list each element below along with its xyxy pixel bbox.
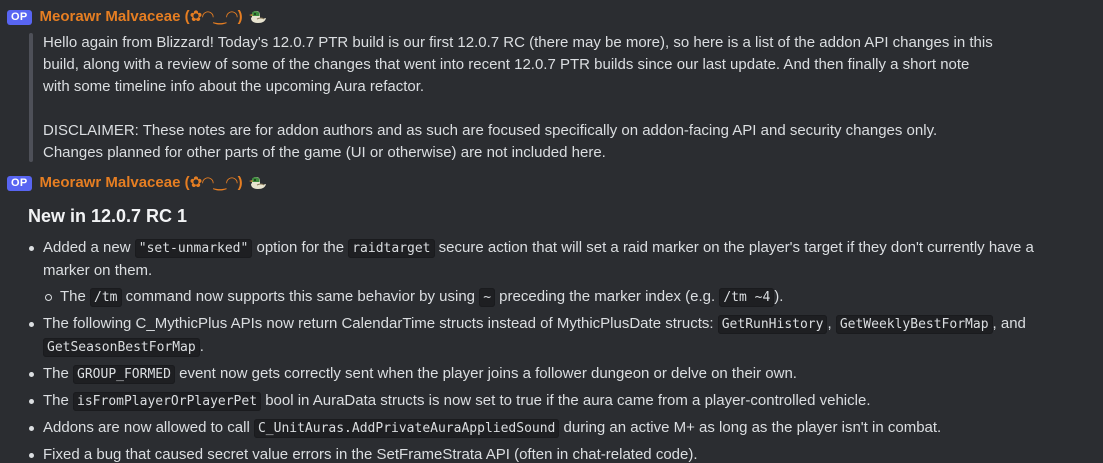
list-item-text: during an active M+ as long as the playe… xyxy=(559,419,942,436)
blockquote: Hello again from Blizzard! Today's 12.0.… xyxy=(43,32,993,164)
inline-code: /tm ~4 xyxy=(719,288,775,307)
inline-code: "set-unmarked" xyxy=(134,239,253,258)
author-name[interactable]: Meorawr Malvaceae (✿◠‿◠) xyxy=(40,172,243,194)
sub-list: The /tm command now supports this same b… xyxy=(43,286,1083,309)
blockquote-bar xyxy=(29,33,33,162)
inline-code: /tm xyxy=(90,288,122,307)
inline-code: ~ xyxy=(479,288,496,307)
list-item: The GROUP_FORMED event now gets correctl… xyxy=(28,363,1083,386)
list-item-text: Fixed a bug that caused secret value err… xyxy=(43,446,698,463)
message-1: OP Meorawr Malvaceae (✿◠‿◠) xyxy=(0,6,1103,28)
list-item-text: bool in AuraData structs is now set to t… xyxy=(261,392,871,409)
list-item-text: event now gets correctly sent when the p… xyxy=(174,365,797,382)
author-name[interactable]: Meorawr Malvaceae (✿◠‿◠) xyxy=(40,6,243,28)
list-item-text: option for the xyxy=(252,239,349,256)
op-badge: OP xyxy=(7,9,32,25)
duck-icon xyxy=(248,175,268,191)
inline-code: GROUP_FORMED xyxy=(73,365,175,384)
op-badge: OP xyxy=(7,175,32,191)
inline-code: C_UnitAuras.AddPrivateAuraAppliedSound xyxy=(253,419,560,438)
inline-code: GetWeeklyBestForMap xyxy=(835,315,993,334)
list-item-text: The xyxy=(43,365,74,382)
list-item-text: The xyxy=(43,392,74,409)
list-item: Addons are now allowed to call C_UnitAur… xyxy=(28,417,1083,440)
changes-list: Added a new "set-unmarked" option for th… xyxy=(28,237,1083,463)
list-item: The following C_MythicPlus APIs now retu… xyxy=(28,313,1083,359)
list-item-text: The xyxy=(60,288,91,305)
list-item: Added a new "set-unmarked" option for th… xyxy=(28,237,1083,309)
quote-paragraph-2: DISCLAIMER: These notes are for addon au… xyxy=(43,122,938,161)
inline-code: GetSeasonBestForMap xyxy=(43,338,200,357)
list-item-text: Added a new xyxy=(43,239,135,256)
section-heading: New in 12.0.7 RC 1 xyxy=(28,206,188,226)
list-item-text: , and xyxy=(992,315,1026,332)
inline-code: isFromPlayerOrPlayerPet xyxy=(73,392,262,411)
list-item-text: preceding the marker index (e.g. xyxy=(495,288,720,305)
list-item-text: The following C_MythicPlus APIs now retu… xyxy=(43,315,718,332)
list-item: The isFromPlayerOrPlayerPet bool in Aura… xyxy=(28,390,1083,413)
list-item-text: . xyxy=(199,338,204,355)
inline-code: raidtarget xyxy=(348,239,435,258)
list-item: Fixed a bug that caused secret value err… xyxy=(28,444,1083,463)
message-2: OP Meorawr Malvaceae (✿◠‿◠) xyxy=(0,172,1103,194)
list-item-text: Addons are now allowed to call xyxy=(43,419,254,436)
list-item-text: command now supports this same behavior … xyxy=(121,288,480,305)
sub-list-item: The /tm command now supports this same b… xyxy=(43,286,1083,309)
message-header: OP Meorawr Malvaceae (✿◠‿◠) xyxy=(0,172,1103,194)
inline-code: GetRunHistory xyxy=(717,315,828,334)
duck-icon xyxy=(248,9,268,25)
list-item-text: ). xyxy=(774,288,784,305)
quote-paragraph-1: Hello again from Blizzard! Today's 12.0.… xyxy=(43,34,993,95)
message-header: OP Meorawr Malvaceae (✿◠‿◠) xyxy=(0,6,1103,28)
list-item-text: , xyxy=(827,315,836,332)
